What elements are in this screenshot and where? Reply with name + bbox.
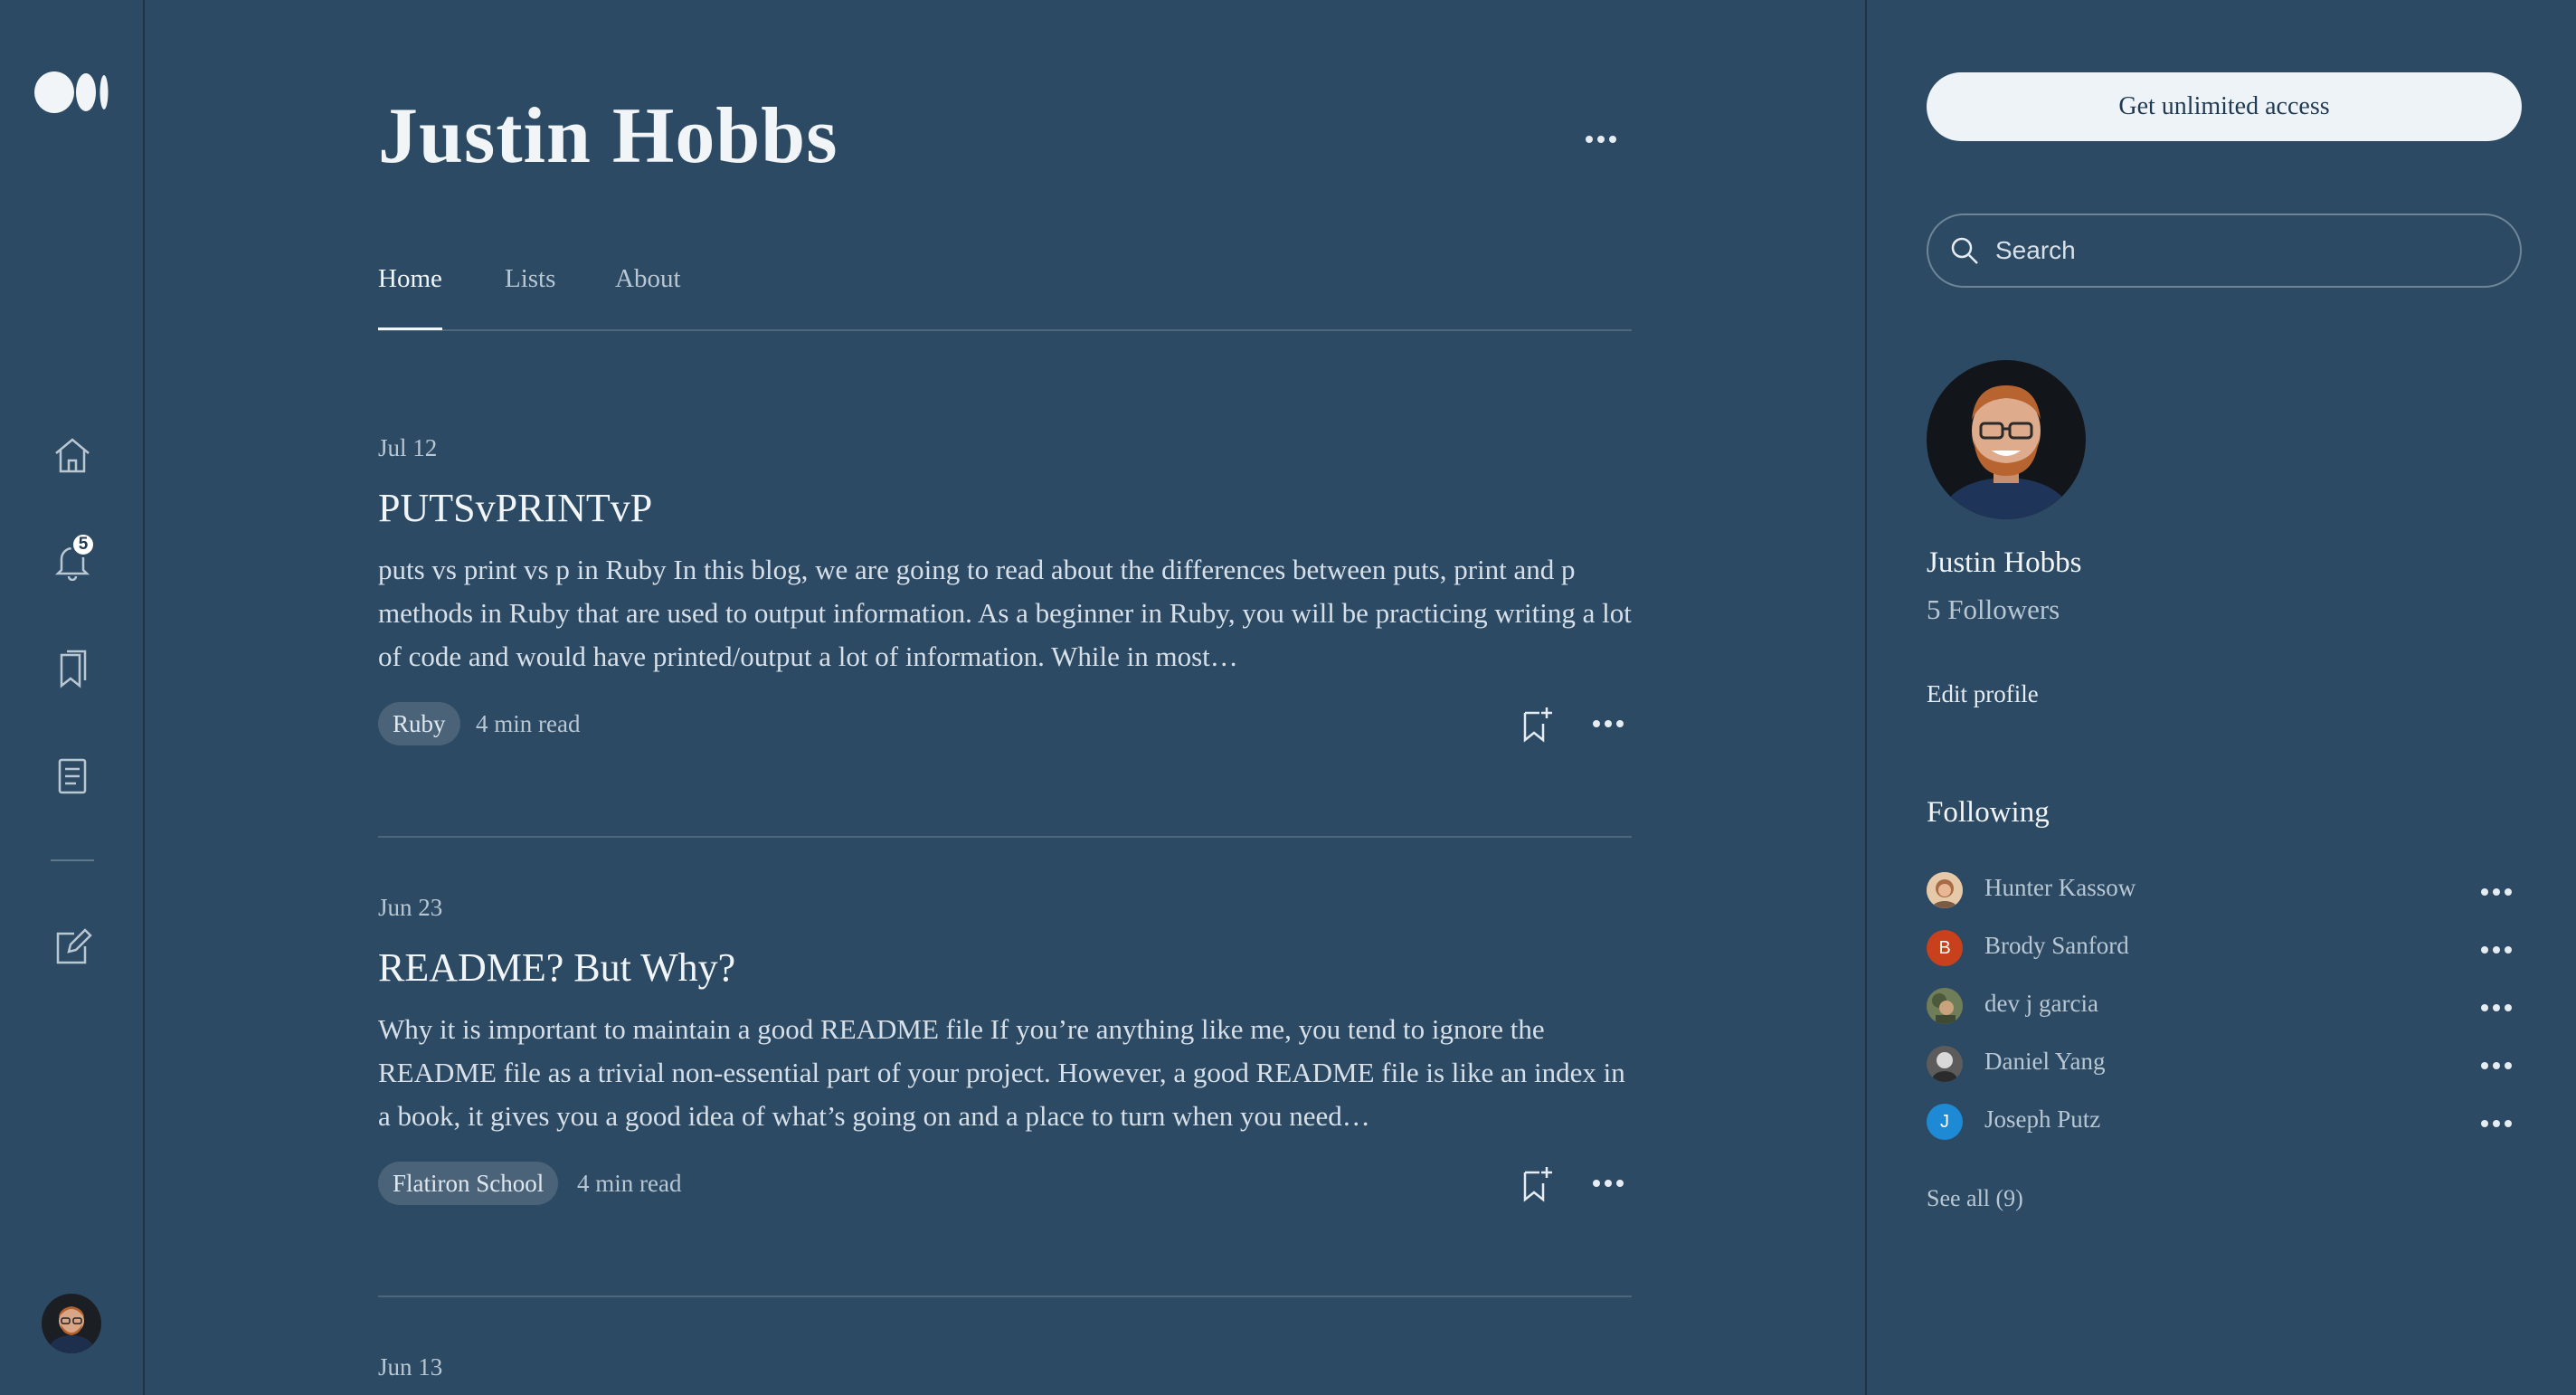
left-nav-rail: 5 bbox=[0, 0, 145, 1395]
following-more-icon[interactable] bbox=[2480, 1001, 2513, 1017]
profile-avatar[interactable] bbox=[1927, 360, 2086, 519]
post-tag[interactable]: Ruby bbox=[378, 702, 460, 745]
search-box[interactable] bbox=[1927, 214, 2522, 288]
following-name[interactable]: Joseph Putz bbox=[1984, 1106, 2100, 1134]
search-icon bbox=[1950, 236, 1979, 265]
bookmark-add-icon[interactable] bbox=[1520, 706, 1554, 748]
tab-lists[interactable]: Lists bbox=[505, 264, 555, 294]
follower-count: 5 Followers bbox=[1927, 593, 2060, 625]
tab-about[interactable]: About bbox=[615, 264, 681, 294]
main-content: Justin Hobbs Home Lists About Jul 12 PUT… bbox=[378, 0, 1632, 1395]
get-unlimited-access-button[interactable]: Get unlimited access bbox=[1927, 72, 2522, 141]
post-date: Jun 13 bbox=[378, 1353, 443, 1381]
post-excerpt[interactable]: puts vs print vs p in Ruby In this blog,… bbox=[378, 548, 1632, 679]
following-name[interactable]: dev j garcia bbox=[1984, 990, 2098, 1018]
following-item[interactable]: Daniel Yang bbox=[1927, 1044, 2524, 1084]
following-item[interactable]: Hunter Kassow bbox=[1927, 870, 2524, 910]
post-more-icon[interactable] bbox=[1592, 716, 1624, 733]
following-heading: Following bbox=[1927, 796, 2050, 829]
user-avatar[interactable] bbox=[42, 1294, 101, 1353]
write-icon[interactable] bbox=[47, 921, 98, 972]
following-avatar: J bbox=[1927, 1104, 1963, 1140]
read-time: 4 min read bbox=[577, 1170, 682, 1197]
following-item[interactable]: J Joseph Putz bbox=[1927, 1102, 2524, 1142]
notifications-bell-icon[interactable]: 5 bbox=[47, 532, 98, 586]
post-title[interactable]: PUTSvPRINTvP bbox=[378, 485, 652, 531]
following-item[interactable]: B Brody Sanford bbox=[1927, 928, 2524, 968]
tab-home[interactable]: Home bbox=[378, 264, 442, 330]
following-avatar bbox=[1927, 1046, 1963, 1082]
following-name[interactable]: Hunter Kassow bbox=[1984, 874, 2136, 902]
profile-tabs: Home Lists About bbox=[378, 264, 1632, 331]
search-input[interactable] bbox=[1995, 236, 2502, 265]
following-more-icon[interactable] bbox=[2480, 885, 2513, 901]
home-icon[interactable] bbox=[47, 430, 98, 480]
post-excerpt[interactable]: Why it is important to maintain a good R… bbox=[378, 1008, 1632, 1138]
bookmarks-icon[interactable] bbox=[47, 644, 98, 695]
more-options-icon[interactable] bbox=[1585, 132, 1617, 148]
following-avatar bbox=[1927, 988, 1963, 1024]
bookmark-add-icon[interactable] bbox=[1520, 1165, 1554, 1208]
medium-logo-icon[interactable] bbox=[34, 71, 110, 114]
following-more-icon[interactable] bbox=[2480, 1058, 2513, 1075]
post-title[interactable]: README? But Why? bbox=[378, 944, 735, 991]
post-date: Jul 12 bbox=[378, 434, 438, 461]
post-meta: Flatiron School 4 min read bbox=[378, 1162, 1632, 1207]
following-more-icon[interactable] bbox=[2480, 943, 2513, 959]
following-more-icon[interactable] bbox=[2480, 1116, 2513, 1133]
following-name[interactable]: Brody Sanford bbox=[1984, 932, 2129, 960]
nav-divider bbox=[51, 859, 94, 861]
notification-count-badge: 5 bbox=[71, 532, 96, 557]
profile-name: Justin Hobbs bbox=[1927, 546, 2082, 579]
right-sidebar: Get unlimited access Justin Hobbs 5 Foll… bbox=[1865, 0, 2576, 1395]
edit-profile-link[interactable]: Edit profile bbox=[1927, 680, 2039, 708]
following-item[interactable]: dev j garcia bbox=[1927, 986, 2524, 1026]
following-avatar bbox=[1927, 872, 1963, 908]
post-tag[interactable]: Flatiron School bbox=[378, 1162, 559, 1205]
following-name[interactable]: Daniel Yang bbox=[1984, 1048, 2106, 1076]
post-divider bbox=[378, 1295, 1632, 1297]
page-title: Justin Hobbs bbox=[378, 92, 838, 180]
post-more-icon[interactable] bbox=[1592, 1176, 1624, 1192]
post-meta: Ruby 4 min read bbox=[378, 702, 1632, 747]
post-divider bbox=[378, 836, 1632, 838]
read-time: 4 min read bbox=[476, 710, 581, 737]
see-all-following-link[interactable]: See all (9) bbox=[1927, 1185, 2023, 1212]
stories-icon[interactable] bbox=[47, 751, 98, 802]
post-date: Jun 23 bbox=[378, 894, 443, 921]
following-avatar: B bbox=[1927, 930, 1963, 966]
